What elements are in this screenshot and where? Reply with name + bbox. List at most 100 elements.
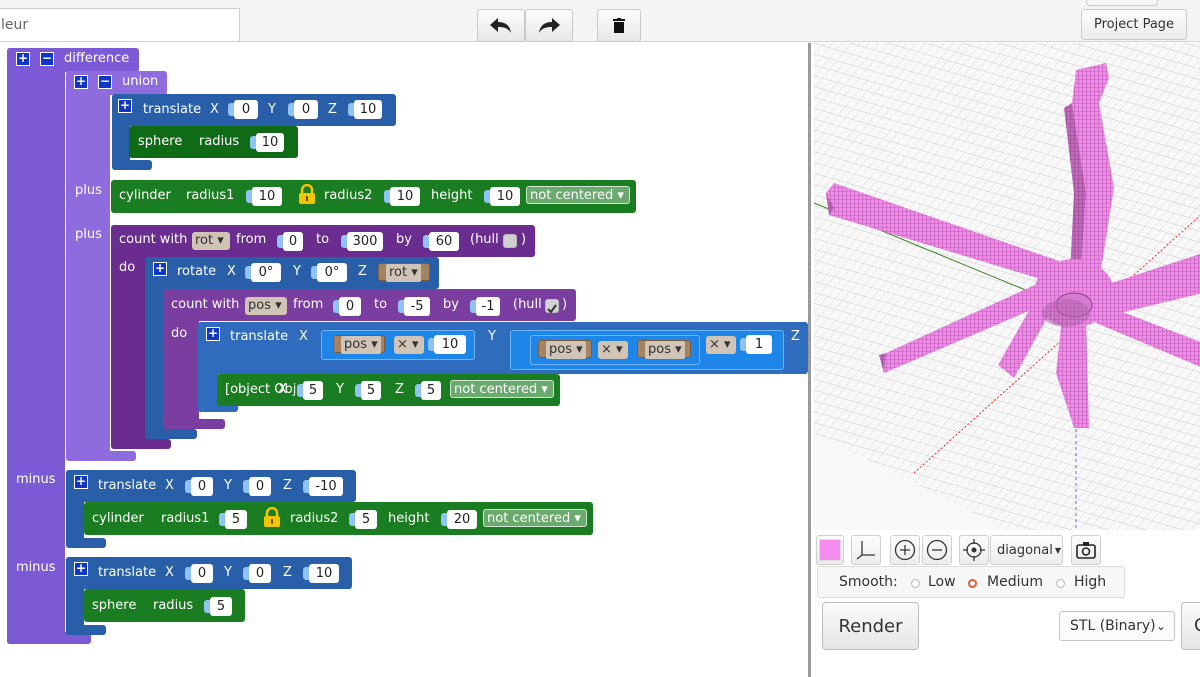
y-field[interactable]: 0 xyxy=(243,564,271,583)
y-field[interactable]: 0 xyxy=(243,477,271,496)
radius1-field[interactable]: 10 xyxy=(246,187,282,206)
y-field[interactable]: 0° xyxy=(311,263,347,282)
expand-icon[interactable]: + xyxy=(16,52,30,66)
center-view-button[interactable] xyxy=(959,535,989,565)
color-swatch-icon xyxy=(819,539,841,561)
x-field[interactable]: 0 xyxy=(228,100,258,119)
by-field[interactable]: 60 xyxy=(423,232,459,251)
smooth-high-label[interactable]: High xyxy=(1074,574,1106,590)
sphere-label: sphere xyxy=(92,598,137,613)
3d-viewport[interactable] xyxy=(814,43,1200,530)
z-label: Z xyxy=(395,382,404,397)
pos-variable[interactable]: pos ▾ xyxy=(637,340,691,359)
from-field[interactable]: 0 xyxy=(277,232,303,251)
height-field[interactable]: 20 xyxy=(441,510,477,529)
radius2-field[interactable]: 5 xyxy=(349,510,377,529)
zoom-out-button[interactable] xyxy=(922,535,952,565)
project-page-button[interactable]: Project Page xyxy=(1081,9,1187,40)
smooth-low-label[interactable]: Low xyxy=(928,574,956,590)
rot-variable[interactable]: rot ▾ xyxy=(378,263,430,282)
radius-field[interactable]: 5 xyxy=(204,597,232,616)
collapse-icon[interactable]: − xyxy=(40,52,54,66)
radius-field[interactable]: 10 xyxy=(250,133,284,152)
height-label: height xyxy=(388,511,430,526)
variable-dropdown[interactable]: rot ▾ xyxy=(192,232,230,250)
to-field[interactable]: -5 xyxy=(398,297,430,316)
collapse-icon[interactable]: − xyxy=(98,75,112,89)
z-label: Z xyxy=(283,478,292,493)
radius1-field[interactable]: 5 xyxy=(219,510,247,529)
x-field[interactable]: 0° xyxy=(245,263,281,282)
operator-dropdown[interactable]: × ▾ xyxy=(394,336,424,354)
blocks-workspace[interactable]: + − difference + − union plus plus + tra… xyxy=(0,43,808,677)
count-with-block-footer xyxy=(163,419,225,429)
pos-variable[interactable]: pos ▾ xyxy=(333,335,385,354)
multiplier-field[interactable]: 1 xyxy=(740,335,772,354)
expand-icon[interactable]: + xyxy=(74,562,88,576)
smooth-low-radio[interactable] xyxy=(911,579,920,588)
variable-dropdown[interactable]: pos ▾ xyxy=(245,297,287,315)
top-tab[interactable] xyxy=(1086,0,1158,6)
axes-button[interactable] xyxy=(851,535,881,565)
to-field[interactable]: 300 xyxy=(341,232,383,251)
screenshot-button[interactable] xyxy=(1071,535,1101,565)
union-block[interactable] xyxy=(66,71,110,461)
smooth-medium-label[interactable]: Medium xyxy=(987,574,1043,590)
by-field[interactable]: -1 xyxy=(470,297,500,316)
operator-dropdown[interactable]: × ▾ xyxy=(706,336,736,354)
from-label: from xyxy=(236,232,267,247)
delete-button[interactable] xyxy=(597,9,641,42)
expand-icon[interactable]: + xyxy=(206,327,220,341)
x-label: X xyxy=(210,102,219,117)
x-field[interactable]: 0 xyxy=(185,564,213,583)
from-field[interactable]: 0 xyxy=(333,297,361,316)
pos-variable-label: pos ▾ xyxy=(341,336,381,354)
multiplier-field[interactable]: 10 xyxy=(428,335,466,354)
z-field[interactable]: 5 xyxy=(415,381,441,400)
top-toolbar: Project Page xyxy=(0,0,1200,42)
lock-icon[interactable] xyxy=(263,507,281,527)
z-field[interactable]: 10 xyxy=(348,100,382,119)
centered-dropdown[interactable]: not centered ▾ xyxy=(483,509,587,527)
from-label: from xyxy=(293,297,324,312)
by-label: by xyxy=(396,232,412,247)
x-field[interactable]: 5 xyxy=(297,381,323,400)
zoom-in-button[interactable] xyxy=(890,535,920,565)
export-format-select[interactable]: STL (Binary) ⌄ xyxy=(1059,611,1175,641)
x-field[interactable]: 0 xyxy=(185,477,213,496)
lock-icon[interactable] xyxy=(298,184,316,204)
y-field[interactable]: 0 xyxy=(288,100,318,119)
caret-down-icon: ▼ xyxy=(1054,545,1062,555)
undo-button[interactable] xyxy=(477,9,525,42)
z-field[interactable]: -10 xyxy=(303,477,343,496)
pos-variable-label: pos ▾ xyxy=(546,341,586,359)
radius2-field[interactable]: 10 xyxy=(384,187,420,206)
y-label: Y xyxy=(224,565,232,580)
color-picker-button[interactable] xyxy=(816,535,844,565)
y-field[interactable]: 5 xyxy=(355,381,381,400)
difference-block[interactable] xyxy=(7,48,65,644)
render-button[interactable]: Render xyxy=(822,602,919,650)
radius1-label: radius1 xyxy=(161,511,210,526)
trash-icon xyxy=(613,18,625,33)
export-button[interactable]: C xyxy=(1181,602,1200,650)
zoom-in-icon xyxy=(894,539,916,561)
height-field[interactable]: 10 xyxy=(484,187,520,206)
minus-label: minus xyxy=(16,560,56,575)
view-mode-dropdown[interactable]: diagonal ▼ xyxy=(990,535,1063,565)
pos-variable[interactable]: pos ▾ xyxy=(538,340,592,359)
centered-dropdown[interactable]: not centered ▾ xyxy=(526,186,630,204)
expand-icon[interactable]: + xyxy=(74,475,88,489)
hull-checkbox[interactable] xyxy=(503,234,517,248)
redo-button[interactable] xyxy=(525,9,573,42)
expand-icon[interactable]: + xyxy=(153,262,167,276)
z-field[interactable]: 10 xyxy=(303,564,339,583)
smooth-medium-radio[interactable] xyxy=(968,579,977,588)
centered-dropdown[interactable]: not centered ▾ xyxy=(450,380,554,398)
operator-dropdown[interactable]: × ▾ xyxy=(598,341,628,359)
search-input[interactable] xyxy=(0,8,240,42)
expand-icon[interactable]: + xyxy=(74,75,88,89)
smooth-high-radio[interactable] xyxy=(1056,579,1065,588)
expand-icon[interactable]: + xyxy=(118,99,132,113)
hull-checkbox[interactable] xyxy=(545,299,559,314)
